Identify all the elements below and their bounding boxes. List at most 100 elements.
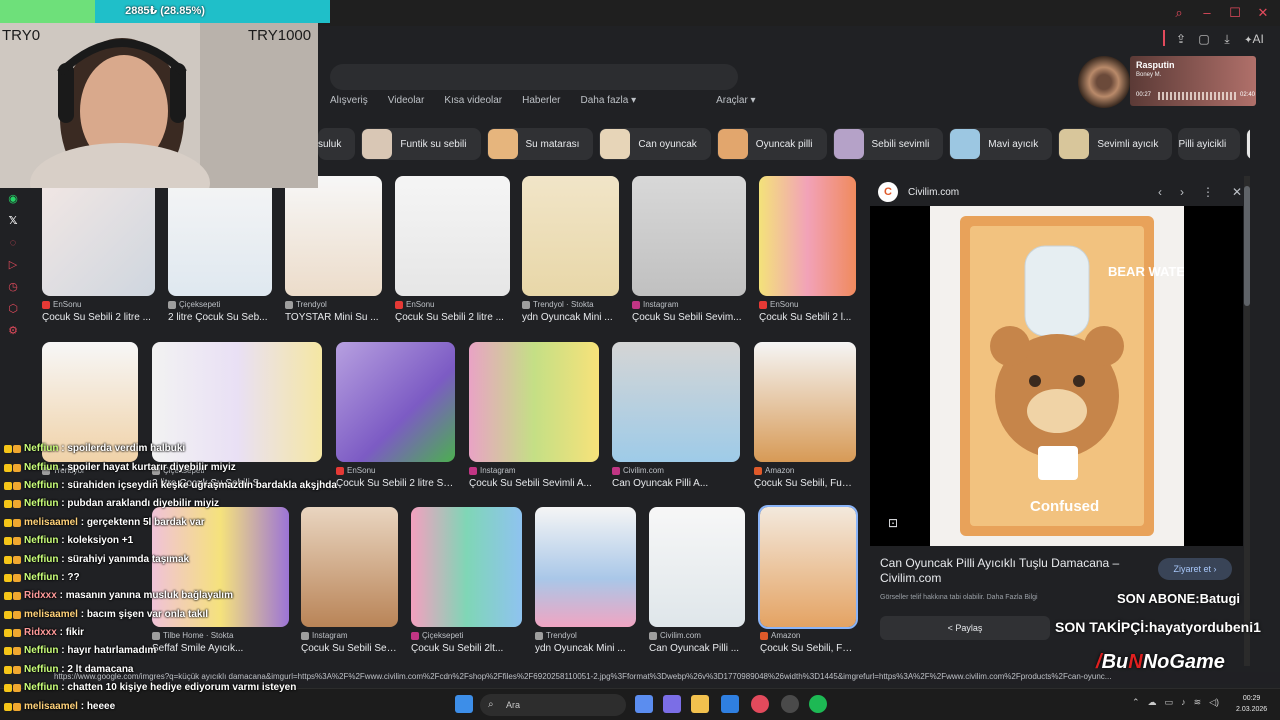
search-input[interactable] (330, 64, 738, 90)
image-result[interactable]: EnSonu Çocuk Su Sebili 2 litre ... (395, 176, 510, 323)
more-options-icon[interactable]: ⋮ (1202, 185, 1214, 199)
image-result[interactable]: Trendyol TOYSTAR Mini Su ... (285, 176, 382, 323)
image-result[interactable]: Instagram Çocuk Su Sebili Sevimli A... (469, 342, 599, 489)
chat-username[interactable]: melisaamel (24, 514, 78, 532)
result-thumbnail (612, 342, 740, 462)
start-icon[interactable] (455, 695, 473, 713)
tab-more[interactable]: Daha fazla ▾ (580, 95, 636, 106)
badge-icon (0, 684, 24, 693)
screenshot-icon[interactable]: ▢ (1195, 30, 1213, 48)
tools-button[interactable]: Araçlar ▾ (716, 95, 755, 106)
share-icon[interactable]: ⇪ (1172, 30, 1190, 48)
search-icon[interactable]: ⌕ (1170, 4, 1188, 22)
clock[interactable]: 00:29 2.03.2026 (1236, 693, 1267, 715)
chat-username[interactable]: Neffiun (24, 569, 58, 587)
chat-username[interactable]: Neffiun (24, 495, 58, 513)
image-result[interactable]: Trendyol ydn Oyuncak Mini ... (535, 507, 636, 654)
chip[interactable]: Pilli ayicikli (1178, 128, 1241, 160)
panel-scrollbar[interactable] (1244, 176, 1250, 666)
chip[interactable]: Sevimli ayıcık (1058, 128, 1173, 160)
app-icon[interactable] (635, 695, 653, 713)
chip[interactable] (1246, 128, 1250, 160)
network-icon[interactable]: ▭ (1165, 697, 1174, 708)
chat-username[interactable]: Neffiun (24, 532, 58, 550)
chat-username[interactable]: Neffiun (24, 679, 58, 697)
browser-icon[interactable] (751, 695, 769, 713)
cloud-icon[interactable]: ☁ (1148, 697, 1157, 708)
chat-username[interactable]: Neffiun (24, 642, 58, 660)
clock-icon[interactable]: ◷ (0, 276, 26, 298)
tab-shopping[interactable]: Alışveriş (330, 95, 368, 106)
close-icon[interactable]: ✕ (1232, 185, 1242, 199)
taskbar-search[interactable]: ⌕ Ara (480, 694, 626, 716)
chip[interactable]: Su matarası (486, 128, 594, 160)
chat-username[interactable]: Ridxxx (24, 587, 57, 605)
whatsapp-icon[interactable]: ◉ (0, 188, 26, 210)
play-icon[interactable]: ▷ (0, 254, 26, 276)
chat-username[interactable]: Neffiun (24, 551, 58, 569)
ai-button[interactable]: ✦AI (1241, 30, 1267, 48)
image-result[interactable]: Civilim.com Can Oyuncak Pilli A... (612, 342, 740, 489)
minimize-icon[interactable]: – (1198, 4, 1216, 22)
app-icon[interactable] (663, 695, 681, 713)
result-title: Çocuk Su Sebili, Funtik Mini... (760, 643, 856, 654)
settings-icon[interactable]: ⚙ (0, 320, 26, 342)
tab-news[interactable]: Haberler (522, 95, 560, 106)
wifi-icon[interactable]: ≋ (1194, 697, 1202, 708)
image-result[interactable]: Çiçeksepeti 2 litre Çocuk Su Seb... (168, 176, 272, 323)
image-result[interactable]: Instagram Çocuk Su Sebili Sevim... (632, 176, 746, 323)
visit-button[interactable]: Ziyaret et › (1158, 558, 1232, 580)
chat-message: Neffiun : 2 lt damacana (0, 661, 360, 679)
history-icon[interactable]: ◌ (0, 232, 26, 254)
image-result[interactable]: Amazon Çocuk Su Sebili, Funtik Mini... (754, 342, 856, 489)
menu-icon[interactable]: ⋮ (1272, 30, 1280, 48)
chevron-right-icon[interactable]: › (1180, 185, 1184, 199)
folder-icon[interactable] (691, 695, 709, 713)
goal-min-label: TRY0 (2, 27, 41, 44)
volume-icon[interactable]: ◁) (1209, 697, 1219, 708)
close-icon[interactable]: ✕ (1254, 4, 1272, 22)
download-icon[interactable]: ⤓ (1218, 30, 1236, 48)
chat-text: masanın yanına musluk bağlayalım (65, 590, 233, 602)
scrollbar-thumb[interactable] (1244, 186, 1250, 306)
chevron-up-icon[interactable]: ⌃ (1132, 697, 1140, 708)
chat-username[interactable]: melisaamel (24, 606, 78, 624)
preview-title[interactable]: Can Oyuncak Pilli Ayıcıklı Tuşlu Damacan… (880, 556, 1140, 586)
app-icon[interactable] (781, 695, 799, 713)
chat-username[interactable]: melisaamel (24, 698, 78, 716)
image-result[interactable]: EnSonu Çocuk Su Sebili 2 litre ... (42, 176, 155, 323)
chat-username[interactable]: Ridxxx (24, 624, 57, 642)
maximize-icon[interactable]: ☐ (1226, 4, 1244, 22)
chip[interactable]: Oyuncak pilli (716, 128, 827, 160)
spotify-icon[interactable] (809, 695, 827, 713)
image-result-selected[interactable]: Amazon Çocuk Su Sebili, Funtik Mini... (758, 505, 858, 654)
image-result[interactable]: EnSonu Çocuk Su Sebili 2 l... (759, 176, 856, 323)
chat-username[interactable]: Neffiun (24, 459, 58, 477)
chat-username[interactable]: Neffiun (24, 477, 58, 495)
tab-short-videos[interactable]: Kısa videolar (444, 95, 502, 106)
chip[interactable]: suluk (318, 128, 356, 160)
x-icon[interactable]: 𝕏 (0, 210, 26, 232)
result-thumbnail (632, 176, 746, 296)
app-icon[interactable] (721, 695, 739, 713)
image-result[interactable]: Civilim.com Can Oyuncak Pilli ... (649, 507, 745, 654)
chip[interactable]: Can oyuncak (599, 128, 711, 160)
preview-image[interactable]: BEAR WATER Confused (870, 206, 1243, 546)
site-name[interactable]: Civilim.com (908, 187, 959, 198)
mic-icon[interactable]: ♪ (1181, 697, 1186, 708)
box-top-text: BEAR WATER (1108, 264, 1184, 279)
chevron-left-icon[interactable]: ‹ (1158, 185, 1162, 199)
image-result[interactable]: Çiçeksepeti Çocuk Su Sebili 2lt... (411, 507, 522, 654)
chip[interactable]: Mavi ayıcık (949, 128, 1053, 160)
image-result[interactable]: Trendyol · Stokta ydn Oyuncak Mini ... (522, 176, 619, 323)
chip-label: Sebili sevimli (871, 138, 930, 150)
chat-username[interactable]: Neffiun (24, 440, 58, 458)
chat-username[interactable]: Neffiun (24, 661, 58, 679)
chip[interactable]: Sebili sevimli (832, 128, 944, 160)
lens-icon[interactable]: ⊡ (888, 516, 898, 530)
share-button[interactable]: < Paylaş (880, 616, 1050, 640)
chat-separator: : (77, 700, 87, 712)
tab-videos[interactable]: Videolar (388, 95, 425, 106)
bookmark-icon[interactable]: ⬡ (0, 298, 26, 320)
chip[interactable]: Funtik su sebili (361, 128, 481, 160)
